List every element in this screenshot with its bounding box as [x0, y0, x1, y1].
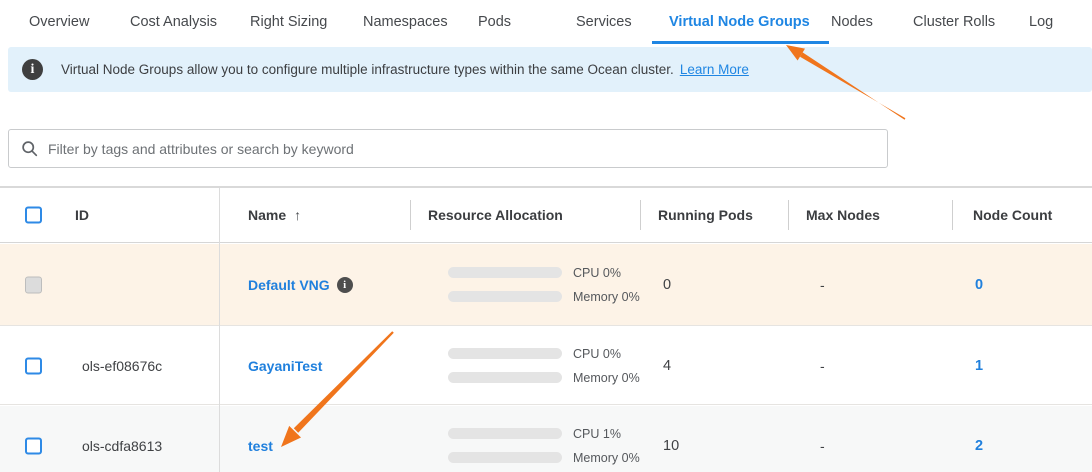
sort-ascending-icon: ↑ — [294, 207, 301, 223]
vng-name-link[interactable]: Default VNG — [248, 277, 330, 293]
row-checkbox-disabled[interactable] — [25, 276, 42, 293]
row-checkbox[interactable] — [25, 437, 42, 454]
memory-usage-label: Memory 0% — [573, 290, 640, 304]
tab-right-sizing[interactable]: Right Sizing — [250, 0, 327, 44]
info-banner-text: Virtual Node Groups allow you to configu… — [61, 62, 674, 77]
tab-cost-analysis[interactable]: Cost Analysis — [130, 0, 217, 44]
tab-cluster-rolls[interactable]: Cluster Rolls — [913, 0, 995, 44]
table-row-gayanitest: ols-ef08676c GayaniTest CPU 0% Memory 0%… — [0, 327, 1092, 405]
learn-more-link[interactable]: Learn More — [680, 62, 749, 77]
filter-searchbox — [8, 129, 888, 168]
memory-usage-bar — [448, 452, 562, 463]
cluster-tab-bar: Overview Cost Analysis Right Sizing Name… — [0, 0, 1092, 44]
memory-usage-bar — [448, 372, 562, 383]
running-pods-value: 10 — [663, 438, 679, 454]
memory-usage-bar — [448, 291, 562, 302]
column-header-name-label: Name — [248, 207, 286, 223]
info-banner: i Virtual Node Groups allow you to confi… — [8, 47, 1092, 92]
resource-allocation: CPU 0% Memory 0% — [448, 347, 640, 385]
column-header-running-pods: Running Pods — [658, 207, 753, 223]
column-header-max-nodes: Max Nodes — [806, 207, 880, 223]
select-all-checkbox[interactable] — [25, 207, 42, 224]
column-header-resource-allocation: Resource Allocation — [428, 207, 563, 223]
column-header-name[interactable]: Name ↑ — [248, 207, 301, 223]
tab-services[interactable]: Services — [576, 0, 632, 44]
tab-overview[interactable]: Overview — [29, 0, 89, 44]
tab-namespaces[interactable]: Namespaces — [363, 0, 448, 44]
pinned-column-divider — [219, 188, 220, 472]
header-divider — [410, 200, 411, 230]
default-vng-info-icon[interactable]: i — [337, 277, 353, 293]
max-nodes-value: - — [820, 277, 825, 293]
node-count-link[interactable]: 2 — [975, 438, 983, 454]
cpu-usage-bar — [448, 267, 562, 278]
table-header-row: ID Name ↑ Resource Allocation Running Pod… — [0, 188, 1092, 243]
column-header-node-count: Node Count — [973, 207, 1052, 223]
memory-usage-label: Memory 0% — [573, 371, 640, 385]
cpu-usage-label: CPU 0% — [573, 347, 621, 361]
running-pods-value: 4 — [663, 358, 671, 374]
header-divider — [788, 200, 789, 230]
memory-usage-label: Memory 0% — [573, 451, 640, 465]
max-nodes-value: - — [820, 358, 825, 374]
header-divider — [640, 200, 641, 230]
resource-allocation: CPU 0% Memory 0% — [448, 266, 640, 304]
cpu-usage-bar — [448, 428, 562, 439]
column-header-id: ID — [75, 207, 89, 223]
header-divider — [952, 200, 953, 230]
tab-virtual-node-groups[interactable]: Virtual Node Groups — [669, 0, 810, 44]
info-icon: i — [22, 59, 43, 80]
row-checkbox[interactable] — [25, 357, 42, 374]
cpu-usage-label: CPU 1% — [573, 427, 621, 441]
running-pods-value: 0 — [663, 277, 671, 293]
tab-log[interactable]: Log — [1029, 0, 1053, 44]
node-count-link[interactable]: 1 — [975, 358, 983, 374]
tab-pods[interactable]: Pods — [478, 0, 511, 44]
vng-id: ols-cdfa8613 — [82, 438, 162, 454]
vng-name-link[interactable]: GayaniTest — [248, 358, 322, 374]
virtual-node-groups-page: Overview Cost Analysis Right Sizing Name… — [0, 0, 1092, 472]
search-icon — [21, 140, 38, 157]
node-count-link[interactable]: 0 — [975, 277, 983, 293]
tab-nodes[interactable]: Nodes — [831, 0, 873, 44]
table-row-test: ols-cdfa8613 test CPU 1% Memory 0% 10 - … — [0, 406, 1092, 472]
vng-name-link[interactable]: test — [248, 438, 273, 454]
table-row-default-vng: Default VNG i CPU 0% Memory 0% 0 - 0 — [0, 244, 1092, 326]
max-nodes-value: - — [820, 438, 825, 454]
cpu-usage-label: CPU 0% — [573, 266, 621, 280]
resource-allocation: CPU 1% Memory 0% — [448, 427, 640, 465]
filter-search-input[interactable] — [48, 141, 887, 157]
vng-id: ols-ef08676c — [82, 358, 162, 374]
cpu-usage-bar — [448, 348, 562, 359]
